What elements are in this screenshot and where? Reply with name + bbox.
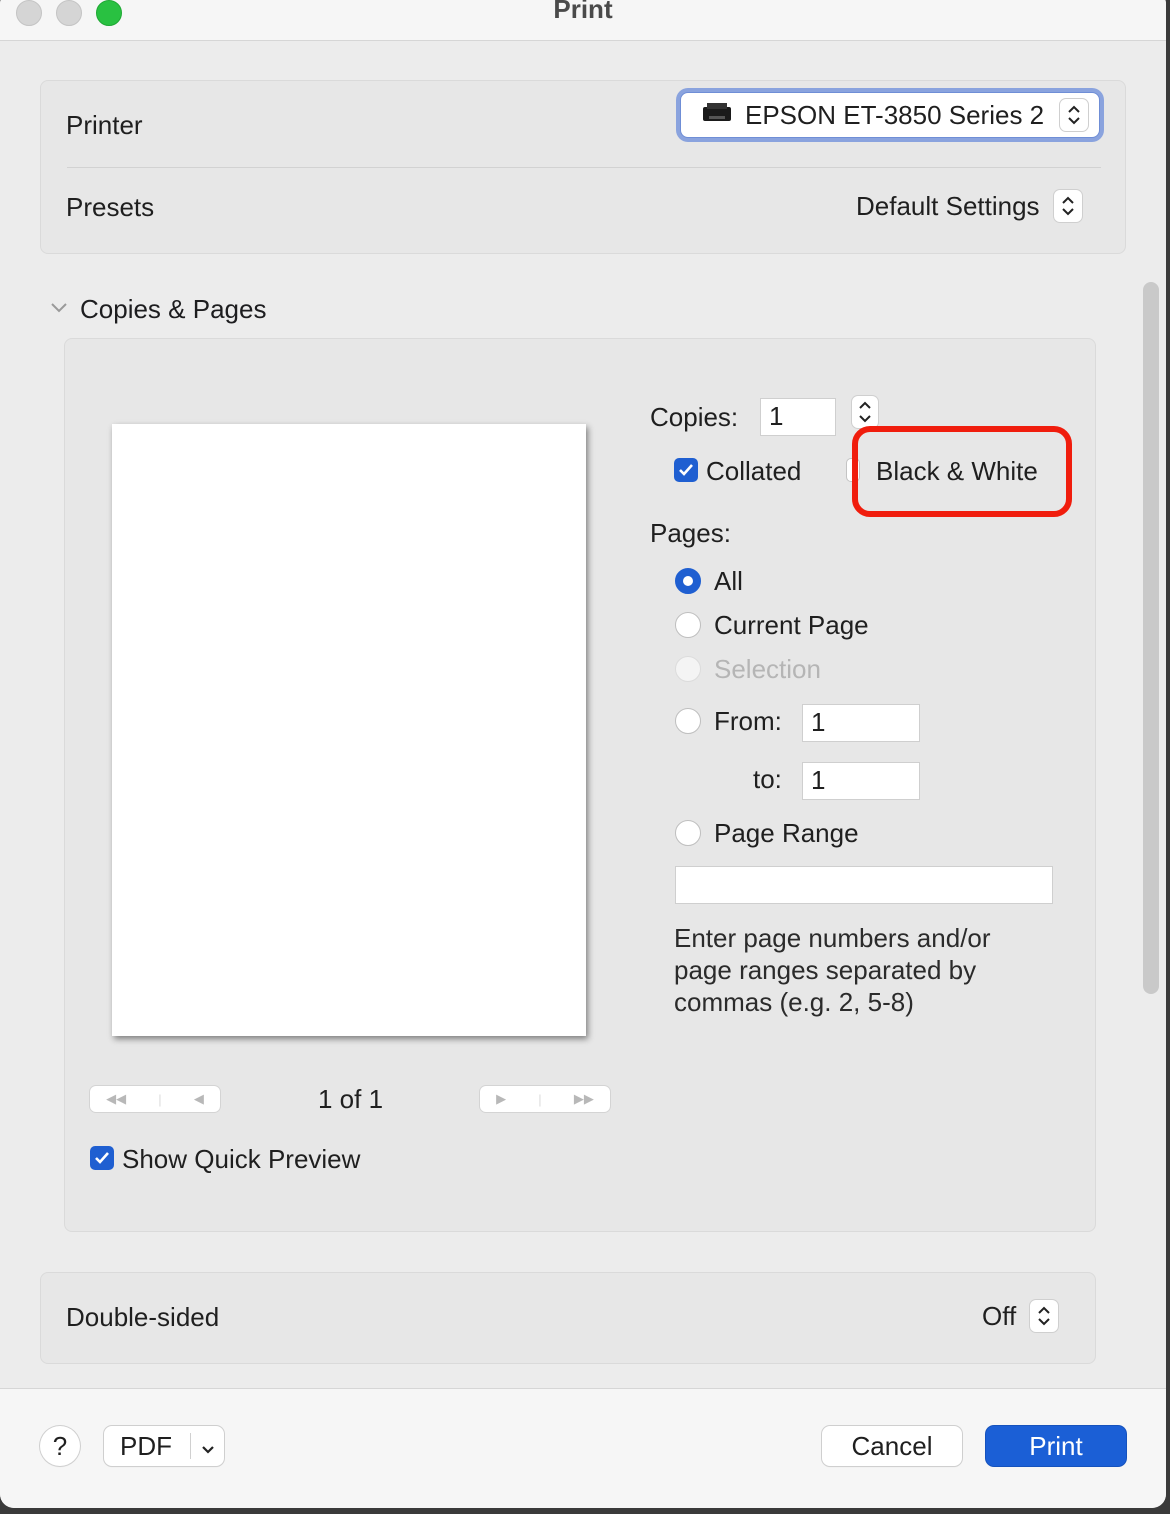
presets-value: Default Settings [856,190,1040,221]
help-button[interactable]: ? [40,1426,80,1466]
pdf-label: PDF [120,1430,172,1461]
cancel-button[interactable]: Cancel [822,1426,962,1466]
chevron-updown-icon [1053,190,1082,222]
double-sided-select[interactable]: Off [982,1300,1059,1332]
previous-page-icon[interactable]: ◀ [194,1091,204,1107]
section-title: Copies & Pages [80,294,267,324]
collated-label: Collated [706,456,802,486]
page-range-radio[interactable] [675,820,701,846]
page-range-input[interactable] [675,866,1053,904]
pages-to-label: to: [753,764,782,794]
show-quick-preview-checkbox[interactable] [90,1146,114,1170]
pages-from-input[interactable]: 1 [802,704,920,742]
pdf-menu-button[interactable]: PDF [104,1426,224,1466]
double-sided-label: Double-sided [66,1302,220,1332]
printer-value: EPSON ET-3850 Series 2 [745,99,1045,130]
chevron-down-icon [201,1431,215,1462]
print-button[interactable]: Print [986,1426,1126,1466]
pages-selection-radio [675,656,701,682]
pages-from-label: From: [714,706,782,736]
presets-label: Presets [66,192,155,222]
preview-forward-buttons[interactable]: ▶ | ▶▶ [480,1086,610,1112]
next-page-icon[interactable]: ▶ [496,1091,506,1107]
preview-back-buttons[interactable]: ◀◀ | ◀ [90,1086,220,1112]
pages-from-radio[interactable] [675,708,701,734]
divider [67,167,1101,168]
copies-input[interactable]: 1 [760,398,836,436]
printer-select[interactable]: EPSON ET-3850 Series 2 [680,92,1100,138]
copies-pages-disclosure[interactable]: Copies & Pages [50,294,266,325]
pages-to-input[interactable]: 1 [802,762,920,800]
show-quick-preview-label: Show Quick Preview [122,1144,361,1174]
title-bar: Print [0,0,1166,41]
presets-select[interactable]: Default Settings [856,190,1082,222]
pages-selection-label: Selection [714,654,821,684]
pages-current-label: Current Page [714,610,869,640]
chevron-updown-icon [1030,1300,1059,1332]
last-page-icon[interactable]: ▶▶ [574,1091,594,1107]
pages-current-radio[interactable] [675,612,701,638]
first-page-icon[interactable]: ◀◀ [106,1091,126,1107]
page-range-label: Page Range [714,818,859,848]
page-indicator: 1 of 1 [318,1084,384,1114]
window-title: Print [553,0,613,24]
pages-all-label: All [714,566,743,596]
page-range-hint: Enter page numbers and/or page ranges se… [674,923,991,1017]
printer-label: Printer [66,110,143,140]
print-dialog: Print Printer EPSON ET-3850 Series 2 Pre… [0,0,1166,1508]
pages-all-radio[interactable] [675,568,701,594]
pages-label: Pages: [650,518,731,548]
chevron-down-icon [50,301,70,319]
scrollbar[interactable] [1143,282,1159,994]
printer-icon [701,102,733,129]
annotation-highlight-box [852,426,1072,517]
copies-label: Copies: [650,402,739,432]
collated-checkbox[interactable] [674,458,698,482]
copies-stepper[interactable] [852,396,878,428]
page-preview [112,424,586,1036]
chevron-updown-icon [1060,99,1089,131]
double-sided-value: Off [982,1300,1017,1331]
